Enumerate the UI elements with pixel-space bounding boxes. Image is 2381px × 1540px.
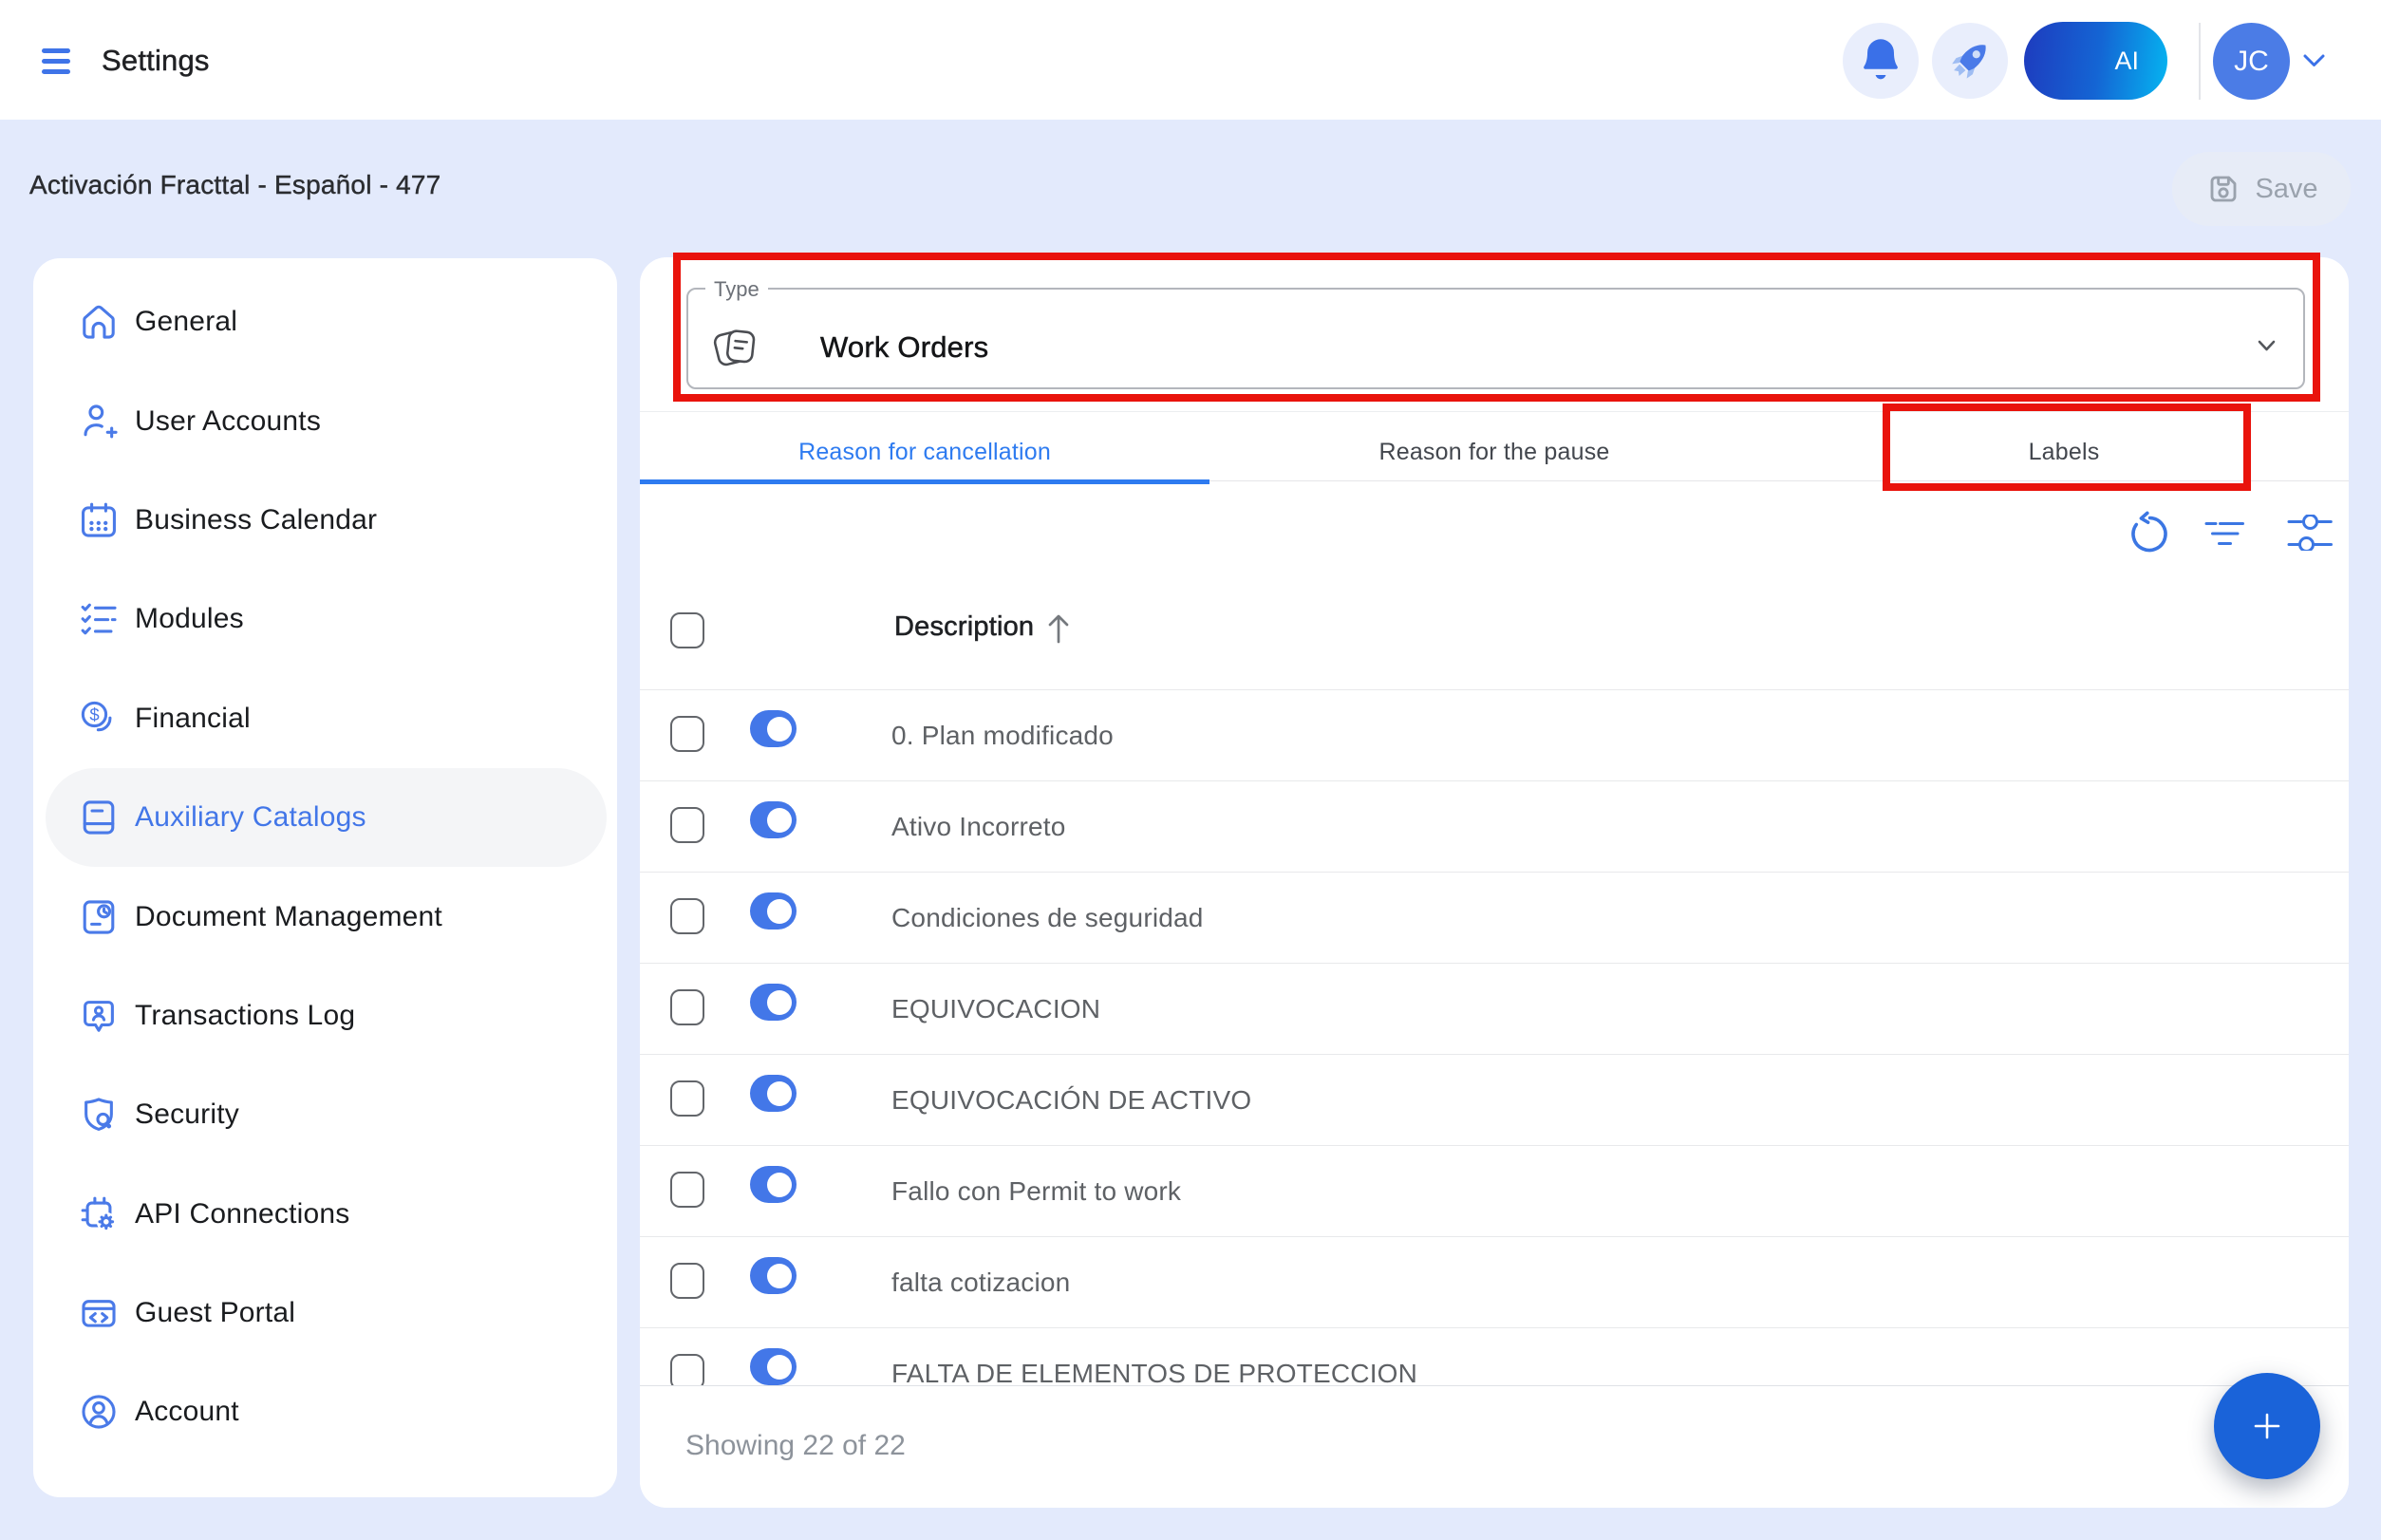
svg-text:$: $ [89,704,99,724]
